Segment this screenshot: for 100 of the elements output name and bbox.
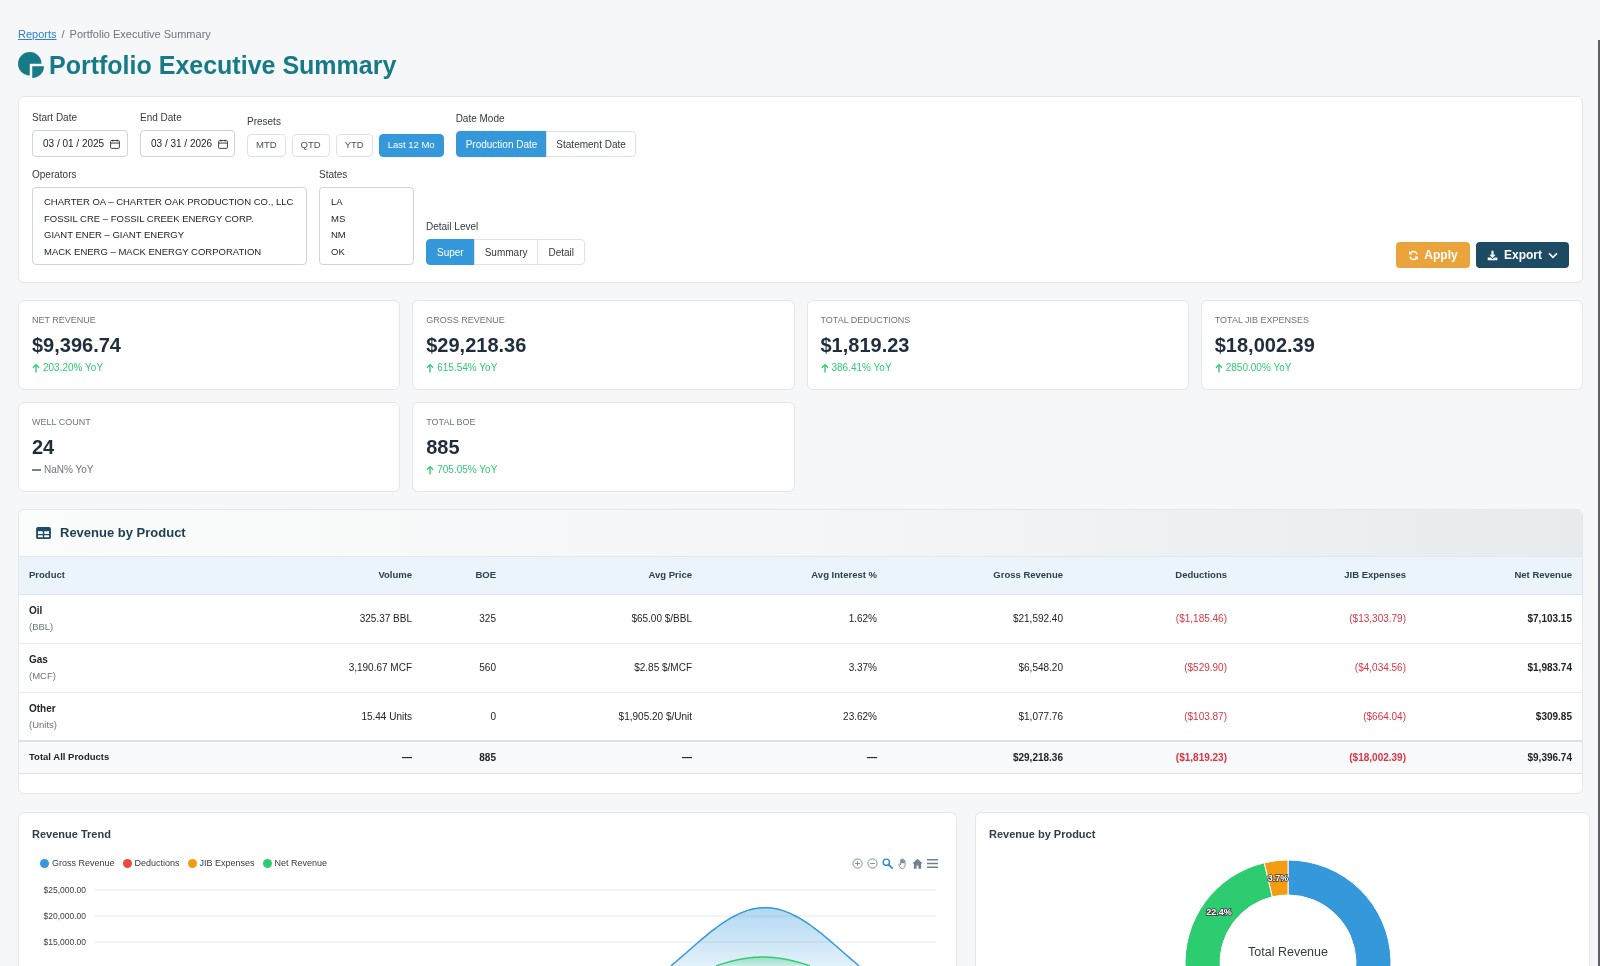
- column-header[interactable]: Deductions: [1073, 557, 1237, 594]
- table-cell: —: [506, 741, 702, 773]
- kpi-value: $1,819.23: [820, 333, 911, 357]
- dash-icon: [32, 469, 41, 471]
- arrow-up-icon: [32, 363, 40, 373]
- column-header[interactable]: Net Revenue: [1416, 557, 1582, 594]
- operators-listbox[interactable]: CHARTER OA – CHARTER OAK PRODUCTION CO., LLC FOSSIL CRE – FOSSIL CREEK ENERGY CORP. GIANT ENER – GIANT ENERGY MACK ENERG – MACK ENERGY CORPORATION: [32, 187, 307, 265]
- arrow-up-icon: [1214, 363, 1223, 373]
- field-label: States: [319, 169, 349, 181]
- detail-level-toggle[interactable]: Summary: [473, 239, 539, 265]
- kpi-label: NET REVENUE: [32, 314, 97, 326]
- field-label: Presets: [247, 116, 282, 128]
- page-title: Portfolio Executive Summary: [49, 50, 397, 81]
- operator-option[interactable]: FOSSIL CRE – FOSSIL CREEK ENERGY CORP.: [44, 210, 295, 227]
- home-icon[interactable]: [912, 857, 923, 869]
- operator-option[interactable]: CHARTER OA – CHARTER OAK PRODUCTION CO., LLC: [44, 194, 295, 211]
- preset-button[interactable]: MTD: [247, 134, 286, 157]
- table-cell: ($1,185.46): [1073, 594, 1237, 643]
- table-cell: —: [301, 741, 422, 773]
- sync-icon: [1408, 249, 1420, 261]
- operator-option[interactable]: MACK ENERG – MACK ENERGY CORPORATION: [44, 243, 295, 260]
- slice-label: 22.4%: [1206, 907, 1232, 918]
- total-label: Total All Products: [19, 741, 301, 773]
- table-cell: $1,905.20 $/Unit: [506, 692, 702, 741]
- arrow-up-icon: [426, 465, 435, 475]
- table-cell: 3,190.67 MCF: [301, 643, 422, 692]
- menu-icon[interactable]: [927, 857, 938, 869]
- legend-item[interactable]: Deductions: [122, 857, 180, 869]
- product-unit: (BBL): [29, 621, 55, 633]
- product-unit: (Units): [29, 718, 58, 731]
- chart-title: Revenue by Product: [989, 827, 1097, 841]
- preset-button[interactable]: QTD: [291, 134, 330, 157]
- column-header[interactable]: Avg Interest %: [702, 557, 887, 594]
- table-cell: 885: [422, 741, 506, 773]
- field-label: End Date: [140, 112, 183, 124]
- kpi-label: GROSS REVENUE: [426, 314, 506, 326]
- detail-level-toggle[interactable]: Detail: [537, 239, 586, 265]
- date-input[interactable]: 03 / 01 / 2025: [32, 130, 128, 157]
- table-cell: ($13,303.79): [1237, 594, 1416, 643]
- kpi-label: TOTAL BOE: [426, 416, 477, 428]
- pie-chart-icon: [18, 52, 44, 78]
- hand-icon[interactable]: [897, 857, 908, 869]
- kpi-change: 705.05% YoY: [437, 464, 498, 476]
- column-header[interactable]: BOE: [422, 557, 506, 594]
- state-option[interactable]: MS: [331, 210, 402, 227]
- column-header[interactable]: Avg Price: [506, 557, 702, 594]
- product-name: Oil: [29, 604, 44, 617]
- table-cell: $2.85 $/MCF: [506, 643, 702, 692]
- table-cell: $9,396.74: [1416, 741, 1582, 773]
- breadcrumb-link[interactable]: Reports: [18, 27, 57, 41]
- kpi-change: 615.54% YoY: [437, 362, 498, 374]
- table-cell: $6,548.20: [887, 643, 1073, 692]
- arrow-up-icon: [426, 363, 435, 373]
- card-title: Revenue by Product: [60, 525, 186, 541]
- zoom-out-icon[interactable]: [867, 857, 878, 869]
- states-listbox[interactable]: LA MS NM OK: [319, 187, 414, 265]
- column-header[interactable]: JIB Expenses: [1237, 557, 1416, 594]
- table-cell: $309.85: [1416, 692, 1582, 741]
- column-header[interactable]: Product: [19, 557, 301, 594]
- state-option[interactable]: OK: [331, 243, 402, 260]
- zoom-in-icon[interactable]: [852, 857, 863, 869]
- table-cell: $7,103.15: [1416, 594, 1582, 643]
- calendar-icon: [110, 138, 121, 149]
- table-cell: ($1,819.23): [1073, 741, 1237, 773]
- field-label: Operators: [32, 169, 78, 181]
- chart-title: Revenue Trend: [32, 827, 112, 841]
- state-option[interactable]: NM: [331, 227, 402, 244]
- table-cell: $1,983.74: [1416, 643, 1582, 692]
- table-cell: $29,218.36: [887, 741, 1073, 773]
- table-cell: 560: [422, 643, 506, 692]
- axis-label: $15,000.00: [43, 937, 86, 947]
- column-header[interactable]: Gross Revenue: [887, 557, 1073, 594]
- state-option[interactable]: LA: [331, 194, 402, 211]
- breadcrumb-separator: /: [61, 27, 65, 41]
- kpi-label: TOTAL JIB EXPENSES: [1214, 314, 1311, 326]
- kpi-value: $29,218.36: [426, 333, 528, 357]
- export-button[interactable]: Export: [1476, 242, 1569, 268]
- preset-button[interactable]: YTD: [335, 134, 373, 157]
- legend-item[interactable]: JIB Expenses: [187, 857, 255, 869]
- table-cell: 0: [422, 692, 506, 741]
- legend-item[interactable]: Net Revenue: [262, 857, 328, 869]
- legend-item[interactable]: Gross Revenue: [40, 857, 115, 869]
- table-cell: $65.00 $/BBL: [506, 594, 702, 643]
- operator-option[interactable]: GIANT ENER – GIANT ENERGY: [44, 227, 295, 244]
- caret-icon: [1548, 251, 1558, 259]
- table-cell: 23.62%: [702, 692, 887, 741]
- date-mode-toggle[interactable]: Statement Date: [546, 131, 636, 157]
- kpi-change: NaN% YoY: [44, 464, 94, 476]
- product-name: Gas: [29, 653, 49, 666]
- column-header[interactable]: Volume: [301, 557, 422, 594]
- breadcrumb-current: Portfolio Executive Summary: [69, 27, 211, 41]
- kpi-value: 885: [426, 435, 461, 459]
- table-cell: 15.44 Units: [301, 692, 422, 741]
- table-cell: —: [702, 741, 887, 773]
- magnifier-icon[interactable]: [882, 857, 893, 869]
- kpi-value: 24: [32, 435, 56, 459]
- product-unit: (MCF): [29, 670, 57, 682]
- kpi-change: 203.20% YoY: [43, 362, 104, 374]
- date-input[interactable]: 03 / 31 / 2026: [140, 130, 235, 157]
- product-name: Other: [29, 701, 57, 715]
